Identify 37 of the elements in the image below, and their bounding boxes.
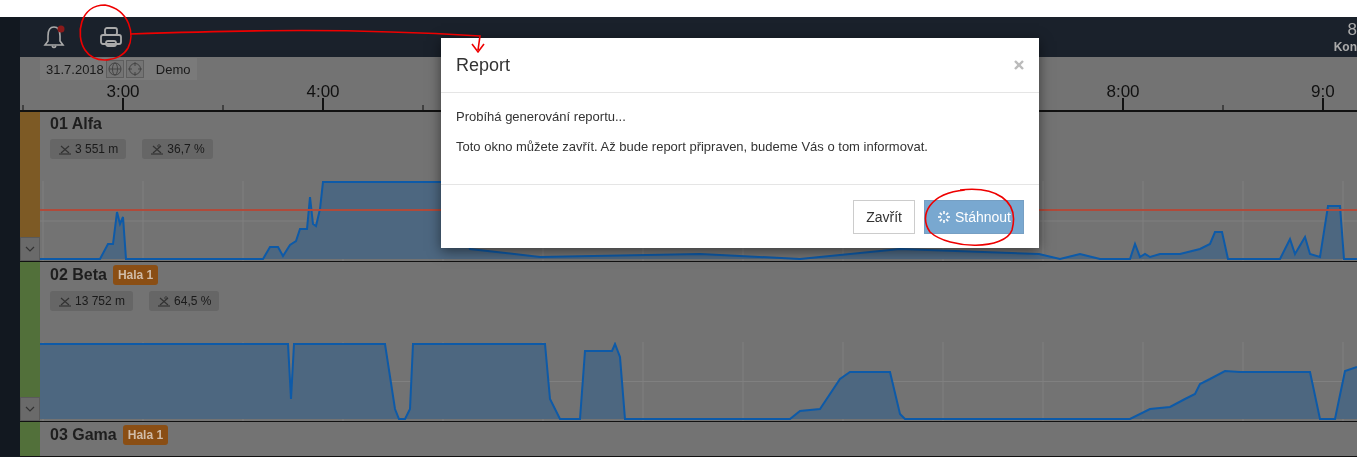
- cross-percent-icon: [157, 295, 172, 307]
- machine-name: 01 Alfa: [50, 115, 102, 133]
- close-button[interactable]: [1014, 60, 1024, 70]
- machine-name: 02 Beta: [50, 266, 107, 284]
- header-text: 8: [1347, 21, 1357, 38]
- close-icon: [1014, 60, 1024, 70]
- header-text: Kon: [1333, 41, 1357, 53]
- crosshair-icon: [127, 62, 142, 76]
- close-dialog-button[interactable]: Zavřít: [853, 199, 915, 234]
- time-label: 9:0: [1310, 81, 1336, 103]
- date-label: 31.7.2018: [46, 61, 104, 77]
- chevron-down-icon: [25, 246, 35, 252]
- globe-button[interactable]: [105, 60, 124, 78]
- printer-icon[interactable]: [98, 25, 124, 49]
- stat-chip: 36,7 %: [142, 139, 213, 159]
- stat-chip: 64,5 %: [149, 291, 220, 311]
- time-label: 3:00: [105, 81, 141, 103]
- spinner-icon: [936, 209, 951, 224]
- expand-button[interactable]: [20, 397, 40, 421]
- stat-chip: 13 752 m: [50, 291, 134, 311]
- cross-line-icon: [58, 143, 72, 155]
- cross-percent-icon: [150, 143, 165, 155]
- dialog-message: Probíhá generování reportu...: [456, 109, 627, 124]
- hall-badge: Hala 1: [122, 425, 169, 445]
- machine-name: 03 Gama: [50, 426, 117, 444]
- time-label: 4:00: [305, 81, 341, 103]
- stat-chip: 3 551 m: [50, 139, 127, 159]
- dialog-title: Report: [456, 54, 511, 76]
- dialog-message: Toto okno můžete zavřít. Až bude report připraven, budeme Vás o tom informovat.: [456, 139, 929, 154]
- expand-button[interactable]: [20, 237, 40, 261]
- cross-line-icon: [58, 295, 72, 307]
- chevron-down-icon: [25, 406, 35, 412]
- target-button[interactable]: [125, 60, 144, 78]
- hall-badge: Hala 1: [112, 265, 159, 285]
- globe-icon: [107, 62, 122, 76]
- time-label: 8:00: [1105, 81, 1141, 103]
- mode-label: Demo: [155, 61, 191, 77]
